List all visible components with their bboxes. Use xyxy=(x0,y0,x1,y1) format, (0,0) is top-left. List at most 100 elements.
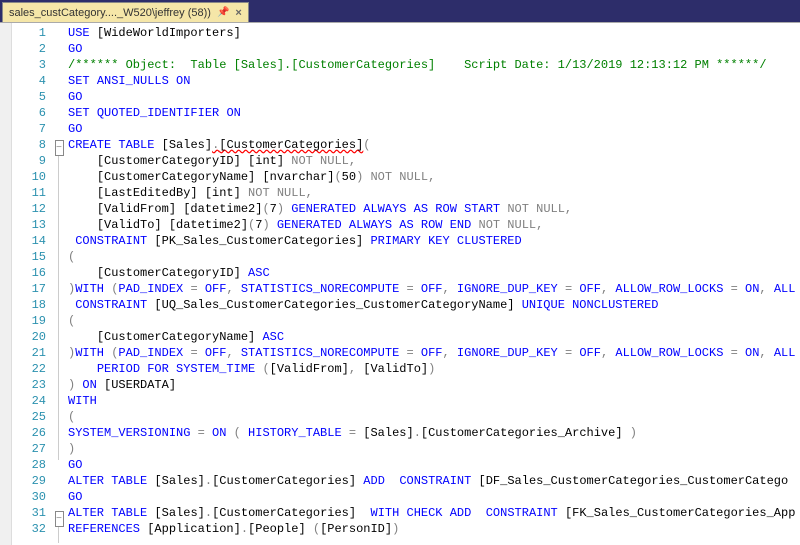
fold-marker xyxy=(52,268,66,284)
line-number-gutter: 1234567891011121314151617181920212223242… xyxy=(12,23,52,545)
line-number: 5 xyxy=(12,89,52,105)
code-line[interactable]: ( xyxy=(66,249,800,265)
line-number: 6 xyxy=(12,105,52,121)
fold-marker xyxy=(52,121,66,137)
code-line[interactable]: [CustomerCategoryID] ASC xyxy=(66,265,800,281)
editor: 1234567891011121314151617181920212223242… xyxy=(0,22,800,545)
fold-marker xyxy=(52,316,66,332)
fold-marker xyxy=(52,252,66,268)
fold-gutter: −− xyxy=(52,23,66,545)
indicator-margin xyxy=(0,23,12,545)
pin-icon[interactable]: 📌 xyxy=(217,7,229,18)
fold-marker xyxy=(52,348,66,364)
code-line[interactable]: PERIOD FOR SYSTEM_TIME ([ValidFrom], [Va… xyxy=(66,361,800,377)
fold-marker xyxy=(52,460,66,476)
line-number: 19 xyxy=(12,313,52,329)
close-icon[interactable]: × xyxy=(235,7,241,19)
line-number: 27 xyxy=(12,441,52,457)
line-number: 21 xyxy=(12,345,52,361)
tab-label: sales_custCategory...._W520\jeffrey (58)… xyxy=(9,7,211,19)
line-number: 28 xyxy=(12,457,52,473)
code-line[interactable]: GO xyxy=(66,89,800,105)
code-line[interactable]: GO xyxy=(66,121,800,137)
code-line[interactable]: CONSTRAINT [PK_Sales_CustomerCategories]… xyxy=(66,233,800,249)
fold-marker xyxy=(52,300,66,316)
code-line[interactable]: CONSTRAINT [UQ_Sales_CustomerCategories_… xyxy=(66,297,800,313)
fold-marker xyxy=(52,476,66,492)
fold-marker xyxy=(52,188,66,204)
fold-toggle-icon[interactable]: − xyxy=(55,140,64,156)
fold-marker xyxy=(52,396,66,412)
code-area[interactable]: USE [WideWorldImporters]GO/****** Object… xyxy=(66,23,800,545)
fold-marker xyxy=(52,527,66,543)
fold-marker xyxy=(52,492,66,508)
fold-marker xyxy=(52,220,66,236)
code-line[interactable]: ALTER TABLE [Sales].[CustomerCategories]… xyxy=(66,505,800,521)
code-line[interactable]: USE [WideWorldImporters] xyxy=(66,25,800,41)
line-number: 8 xyxy=(12,137,52,153)
code-line[interactable]: GO xyxy=(66,457,800,473)
code-line[interactable]: GO xyxy=(66,41,800,57)
fold-marker xyxy=(52,444,66,460)
editor-tab[interactable]: sales_custCategory...._W520\jeffrey (58)… xyxy=(2,2,249,22)
line-number: 4 xyxy=(12,73,52,89)
line-number: 10 xyxy=(12,169,52,185)
line-number: 26 xyxy=(12,425,52,441)
fold-marker[interactable]: − xyxy=(52,140,66,156)
code-line[interactable]: REFERENCES [Application].[People] ([Pers… xyxy=(66,521,800,537)
fold-marker xyxy=(52,105,66,121)
line-number: 30 xyxy=(12,489,52,505)
fold-marker xyxy=(52,284,66,300)
fold-marker xyxy=(52,428,66,444)
line-number: 16 xyxy=(12,265,52,281)
code-line[interactable]: )WITH (PAD_INDEX = OFF, STATISTICS_NOREC… xyxy=(66,281,800,297)
code-line[interactable]: SYSTEM_VERSIONING = ON ( HISTORY_TABLE =… xyxy=(66,425,800,441)
code-line[interactable]: ) xyxy=(66,441,800,457)
code-line[interactable]: ALTER TABLE [Sales].[CustomerCategories]… xyxy=(66,473,800,489)
line-number: 32 xyxy=(12,521,52,537)
line-number: 18 xyxy=(12,297,52,313)
fold-marker xyxy=(52,236,66,252)
code-line[interactable]: [CustomerCategoryName] [nvarchar](50) NO… xyxy=(66,169,800,185)
line-number: 29 xyxy=(12,473,52,489)
code-line[interactable]: GO xyxy=(66,489,800,505)
code-line[interactable]: ) ON [USERDATA] xyxy=(66,377,800,393)
line-number: 23 xyxy=(12,377,52,393)
fold-marker[interactable]: − xyxy=(52,511,66,527)
line-number: 1 xyxy=(12,25,52,41)
code-line[interactable]: [CustomerCategoryName] ASC xyxy=(66,329,800,345)
fold-marker xyxy=(52,89,66,105)
line-number: 12 xyxy=(12,201,52,217)
code-line[interactable]: [ValidFrom] [datetime2](7) GENERATED ALW… xyxy=(66,201,800,217)
code-line[interactable]: SET ANSI_NULLS ON xyxy=(66,73,800,89)
code-line[interactable]: CREATE TABLE [Sales].[CustomerCategories… xyxy=(66,137,800,153)
line-number: 14 xyxy=(12,233,52,249)
code-line[interactable]: SET QUOTED_IDENTIFIER ON xyxy=(66,105,800,121)
fold-toggle-icon[interactable]: − xyxy=(55,511,64,527)
code-line[interactable]: WITH xyxy=(66,393,800,409)
line-number: 11 xyxy=(12,185,52,201)
fold-marker xyxy=(52,172,66,188)
code-line[interactable]: )WITH (PAD_INDEX = OFF, STATISTICS_NOREC… xyxy=(66,345,800,361)
line-number: 15 xyxy=(12,249,52,265)
fold-marker xyxy=(52,204,66,220)
fold-marker xyxy=(52,25,66,41)
line-number: 22 xyxy=(12,361,52,377)
tab-bar: sales_custCategory...._W520\jeffrey (58)… xyxy=(0,0,800,22)
code-line[interactable]: [CustomerCategoryID] [int] NOT NULL, xyxy=(66,153,800,169)
code-line[interactable]: [ValidTo] [datetime2](7) GENERATED ALWAY… xyxy=(66,217,800,233)
code-line[interactable]: ( xyxy=(66,313,800,329)
line-number: 31 xyxy=(12,505,52,521)
fold-marker xyxy=(52,73,66,89)
code-line[interactable]: [LastEditedBy] [int] NOT NULL, xyxy=(66,185,800,201)
fold-marker xyxy=(52,156,66,172)
code-line[interactable]: /****** Object: Table [Sales].[CustomerC… xyxy=(66,57,800,73)
line-number: 2 xyxy=(12,41,52,57)
fold-marker xyxy=(52,332,66,348)
line-number: 24 xyxy=(12,393,52,409)
line-number: 7 xyxy=(12,121,52,137)
code-line[interactable]: ( xyxy=(66,409,800,425)
fold-marker xyxy=(52,57,66,73)
fold-marker xyxy=(52,412,66,428)
line-number: 3 xyxy=(12,57,52,73)
